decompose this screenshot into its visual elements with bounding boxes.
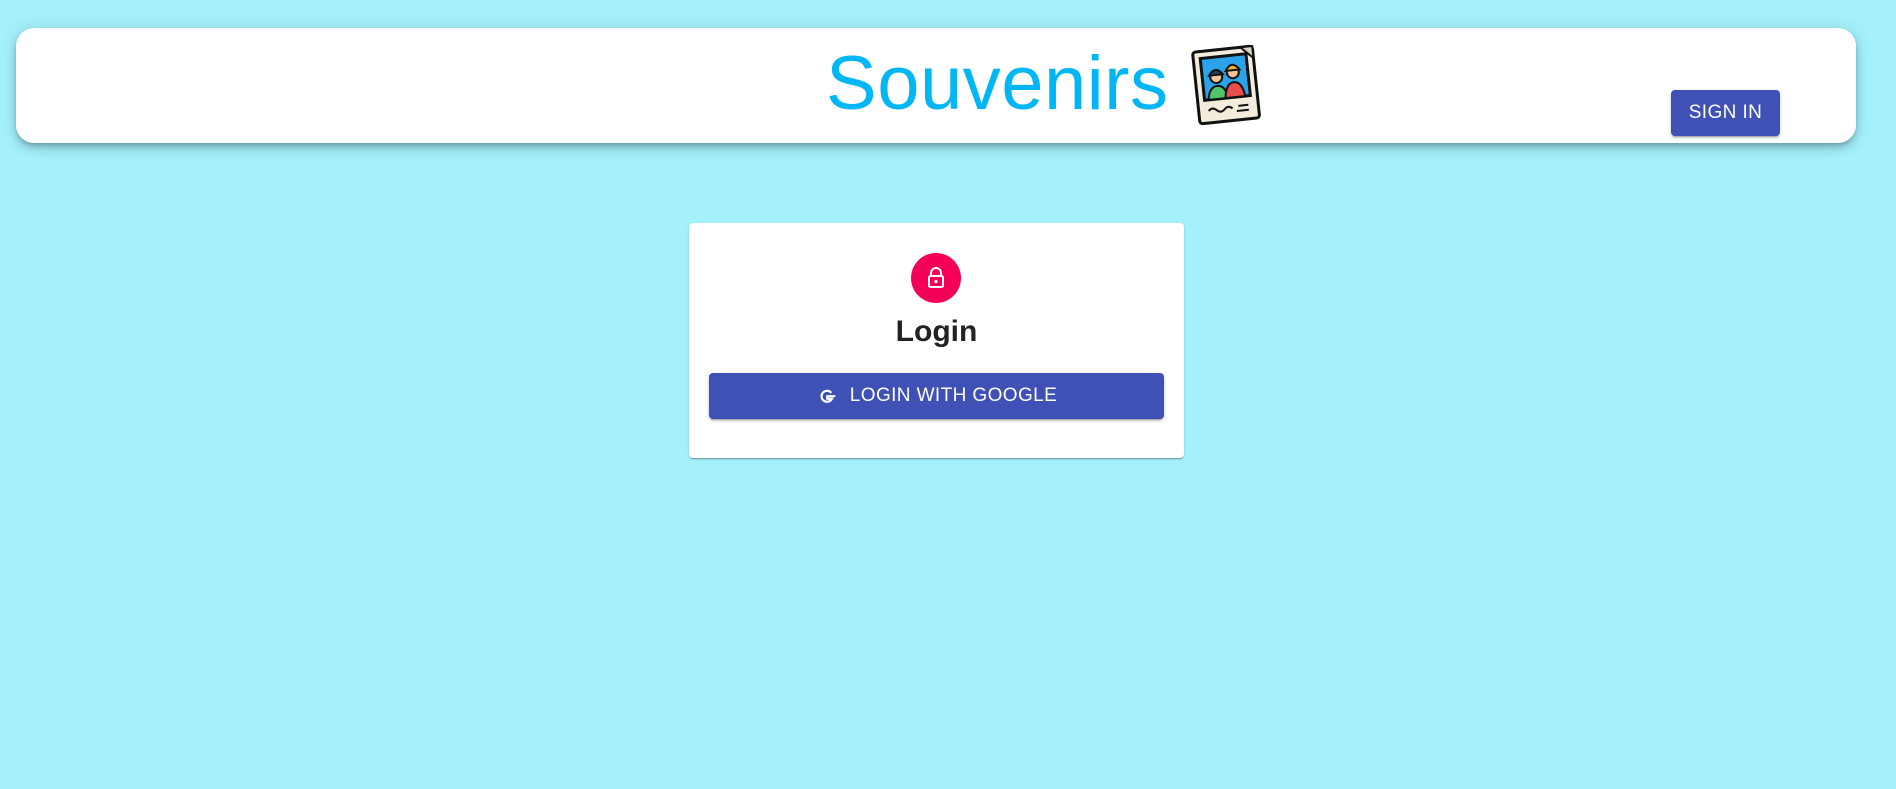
google-icon <box>816 385 838 407</box>
lock-avatar <box>911 253 961 303</box>
sign-in-button[interactable]: SIGN IN <box>1671 90 1780 136</box>
brand: Souvenirs <box>826 38 1264 130</box>
login-with-google-button[interactable]: LOGIN WITH GOOGLE <box>709 373 1164 419</box>
photo-polaroid-icon <box>1188 43 1264 126</box>
brand-title: Souvenirs <box>826 41 1169 126</box>
login-with-google-label: LOGIN WITH GOOGLE <box>849 385 1058 406</box>
app-bar: Souvenirs SIGN IN <box>16 28 1856 143</box>
login-card: Login LOGIN WITH GOOGLE <box>689 223 1184 458</box>
lock-icon <box>928 267 944 288</box>
login-title: Login <box>895 315 978 348</box>
